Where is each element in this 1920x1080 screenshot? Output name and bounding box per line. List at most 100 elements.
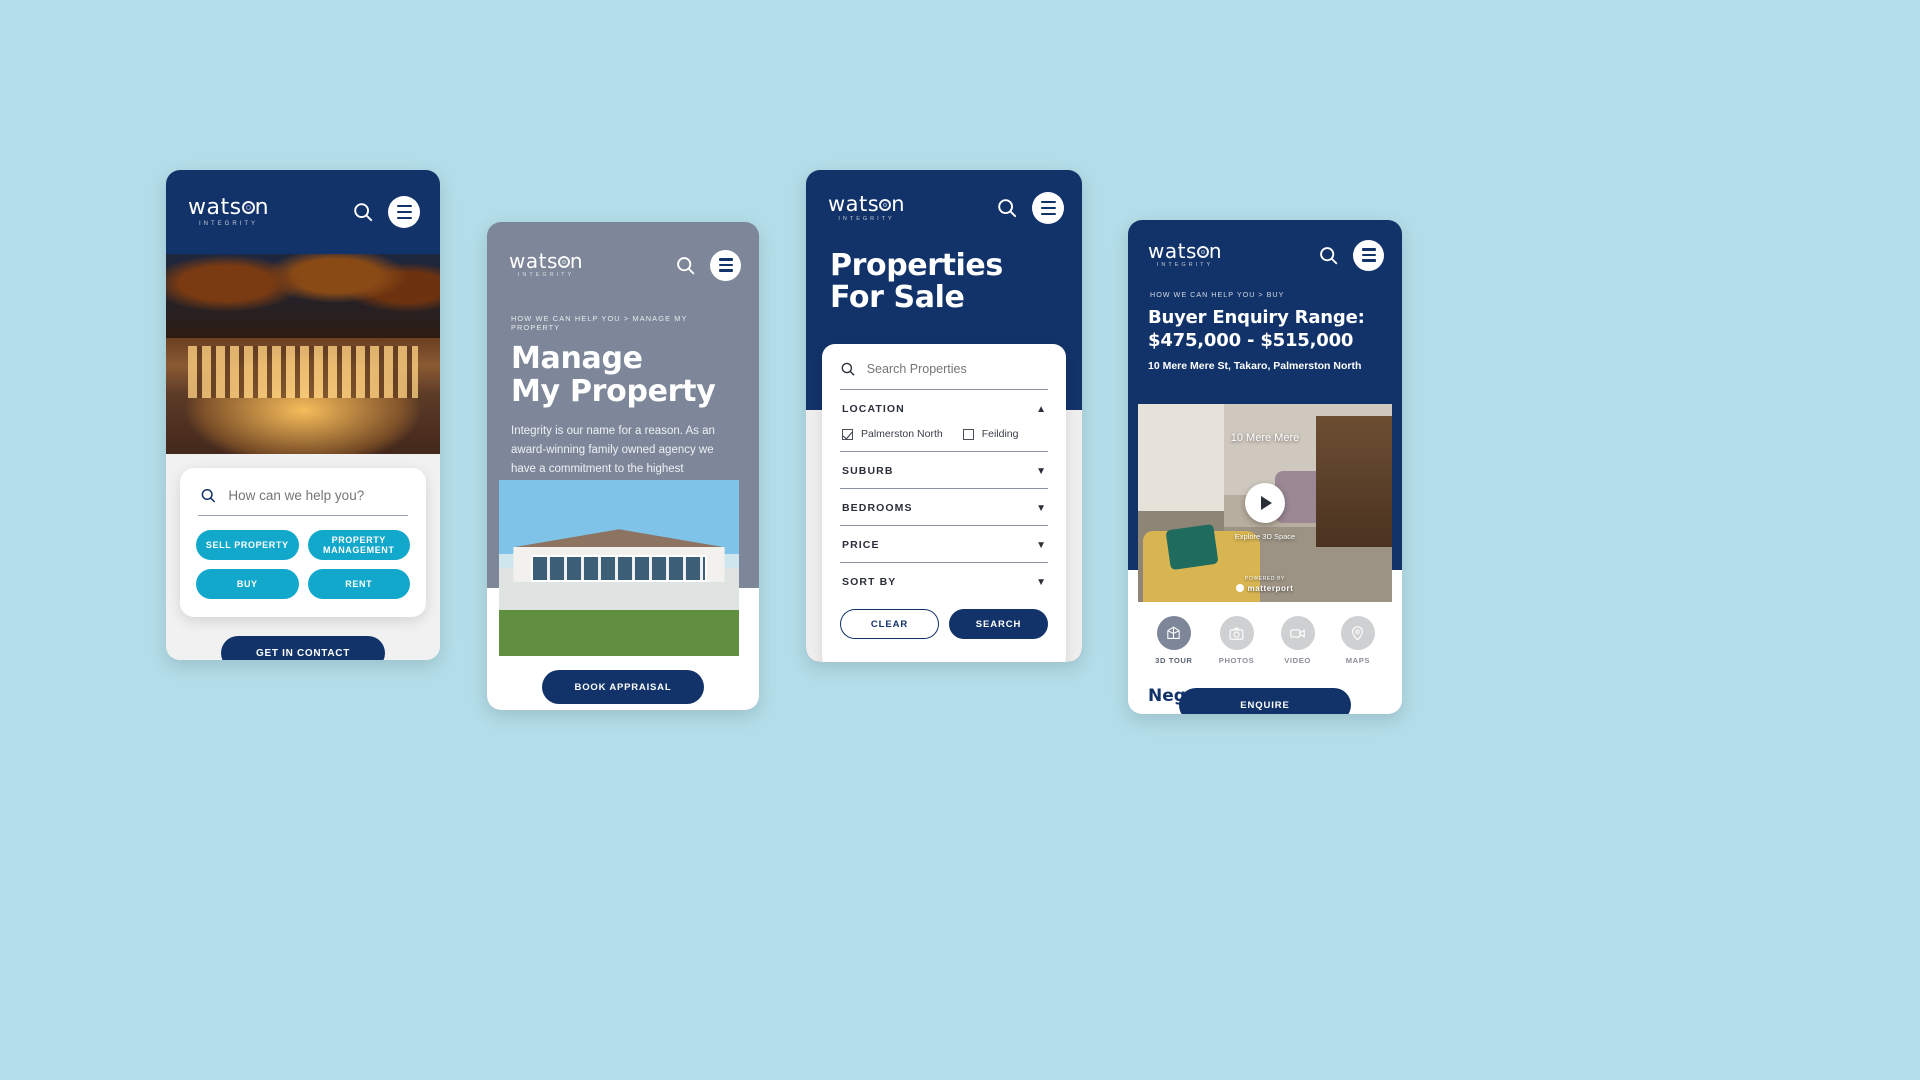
page-title: Manage My Property: [487, 332, 759, 408]
manage-header-icons: [675, 249, 741, 281]
screenshot-canvas: wats n INTEGRITY How can we help you? SE…: [0, 0, 1920, 1080]
enquire-button[interactable]: ENQUIRE: [1179, 688, 1351, 714]
page-title-line2: For Sale: [830, 279, 965, 315]
brand-logo[interactable]: wats n INTEGRITY: [509, 251, 583, 279]
search-properties-button[interactable]: SEARCH: [949, 609, 1048, 639]
play-button[interactable]: [1245, 483, 1285, 523]
page-title-line1: Properties: [830, 248, 1003, 283]
brand-logo[interactable]: wats n INTEGRITY: [828, 191, 906, 223]
tab-maps[interactable]: MAPS: [1340, 616, 1375, 665]
map-pin-icon: [1340, 616, 1375, 650]
hamburger-menu-icon[interactable]: [1032, 192, 1064, 224]
phone-properties-for-sale-screen: wats n INTEGRITY Properties For Sale Sea…: [806, 170, 1082, 662]
buy-button[interactable]: BUY: [196, 569, 299, 599]
search-icon: [841, 362, 855, 376]
enquire-cta-wrap: ENQUIRE: [1128, 688, 1402, 714]
search-icon[interactable]: [1318, 245, 1339, 266]
clear-filters-button[interactable]: CLEAR: [840, 609, 939, 639]
home-search-card: SELL PROPERTY PROPERTY MANAGEMENT BUY RE…: [180, 468, 426, 617]
search-icon[interactable]: [675, 255, 696, 276]
filter-bedrooms-label: BEDROOMS: [842, 502, 913, 514]
logo-text-n: n: [1208, 239, 1223, 264]
hamburger-menu-icon[interactable]: [710, 249, 741, 281]
home-header-icons: [352, 196, 420, 228]
search-icon: [201, 488, 216, 503]
media-tabs: 3D TOUR PHOTOS VIDEO MAPS: [1128, 616, 1402, 665]
filter-suburb-label: SUBURB: [842, 465, 894, 477]
powered-by-block: POWERED BY matterport: [1138, 576, 1392, 595]
couch-shape: [1275, 471, 1367, 523]
book-appraisal-button[interactable]: BOOK APPRAISAL: [542, 670, 704, 704]
matterport-mark-icon: [1236, 584, 1245, 592]
explore-3d-label: Explore 3D Space: [1234, 532, 1296, 541]
search-icon[interactable]: [352, 201, 374, 223]
home-quick-links: SELL PROPERTY PROPERTY MANAGEMENT BUY RE…: [196, 530, 410, 599]
sell-property-button[interactable]: SELL PROPERTY: [196, 530, 299, 560]
search-icon[interactable]: [996, 197, 1018, 219]
matterport-logo: matterport: [1236, 584, 1293, 593]
search-divider: [198, 515, 408, 516]
detail-header: wats n INTEGRITY: [1128, 220, 1402, 290]
logo-text-wats: wats: [509, 249, 558, 274]
location-option-feilding[interactable]: Feilding: [962, 428, 1019, 440]
filter-sort-by[interactable]: SORT BY ▼: [840, 562, 1048, 599]
logo-ring-icon: [241, 201, 255, 214]
brand-logo[interactable]: wats n INTEGRITY: [188, 197, 269, 228]
logo-subtitle: INTEGRITY: [517, 272, 575, 279]
tab-photos[interactable]: PHOTOS: [1219, 616, 1255, 665]
properties-search-row[interactable]: [840, 360, 1048, 389]
brand-logo[interactable]: wats n INTEGRITY: [1148, 241, 1222, 269]
manage-header: wats n INTEGRITY: [487, 222, 759, 308]
home-search-row[interactable]: [196, 486, 410, 515]
chevron-up-icon: ▲: [1036, 403, 1046, 415]
filter-price-label: PRICE: [842, 539, 880, 551]
page-title-line1: Manage: [511, 341, 643, 376]
logo-subtitle: INTEGRITY: [199, 221, 259, 227]
enquiry-range-label: Buyer Enquiry Range:: [1148, 307, 1365, 328]
camera-icon: [1219, 616, 1254, 650]
hamburger-menu-icon[interactable]: [388, 196, 420, 228]
home-contact-wrap: GET IN CONTACT: [166, 636, 440, 660]
tab-video-label: VIDEO: [1284, 656, 1311, 665]
sale-header-icons: [996, 192, 1064, 224]
filter-suburb[interactable]: SUBURB ▼: [840, 451, 1048, 488]
home-header: wats n INTEGRITY: [166, 170, 440, 254]
appraisal-cta-wrap: BOOK APPRAISAL: [487, 670, 759, 704]
logo-text-n: n: [569, 249, 584, 274]
get-in-contact-button[interactable]: GET IN CONTACT: [221, 636, 385, 660]
hamburger-menu-icon[interactable]: [1353, 239, 1384, 271]
logo-subtitle: INTEGRITY: [1156, 262, 1214, 269]
logo-text-n: n: [891, 191, 906, 216]
phone-manage-property-screen: wats n INTEGRITY HOW WE CAN HELP YOU > MA…: [487, 222, 759, 710]
checkbox-unchecked-icon: [962, 428, 974, 440]
filter-bedrooms[interactable]: BEDROOMS ▼: [840, 488, 1048, 525]
chevron-down-icon: ▼: [1036, 539, 1046, 551]
tab-3d-tour-label: 3D TOUR: [1155, 656, 1193, 665]
location-option-label: Feilding: [981, 428, 1019, 440]
logo-ring-icon: [879, 198, 892, 211]
phone-home-screen: wats n INTEGRITY How can we help you? SE…: [166, 170, 440, 660]
tab-video[interactable]: VIDEO: [1280, 616, 1315, 665]
home-hero-image: [166, 254, 440, 454]
property-management-button[interactable]: PROPERTY MANAGEMENT: [307, 530, 410, 560]
property-address: 10 Mere Mere St, Takaro, Palmerston Nort…: [1148, 360, 1362, 372]
logo-ring-icon: [557, 256, 570, 269]
matterport-name: matterport: [1247, 583, 1294, 593]
tab-3d-tour[interactable]: 3D TOUR: [1155, 616, 1192, 665]
help-search-input[interactable]: [228, 488, 406, 503]
location-options: Palmerston North Feilding: [840, 426, 1048, 451]
filter-price[interactable]: PRICE ▼: [840, 525, 1048, 562]
chevron-down-icon: ▼: [1036, 465, 1046, 477]
logo-text-wats: wats: [828, 191, 880, 216]
filter-location-label: LOCATION: [842, 403, 905, 415]
enquiry-range-value: $475,000 - $515,000: [1148, 329, 1354, 351]
rent-button[interactable]: RENT: [307, 569, 410, 599]
property-photo: [499, 480, 739, 656]
tab-photos-label: PHOTOS: [1218, 656, 1255, 665]
filter-location[interactable]: LOCATION ▲: [840, 389, 1048, 426]
location-option-palmerston-north[interactable]: Palmerston North: [842, 428, 943, 440]
office-photo: [166, 254, 440, 454]
properties-search-input[interactable]: [866, 362, 1048, 376]
detail-header-icons: [1318, 239, 1384, 271]
3d-tour-viewer[interactable]: 10 Mere Mere Explore 3D Space POWERED BY…: [1138, 404, 1392, 602]
